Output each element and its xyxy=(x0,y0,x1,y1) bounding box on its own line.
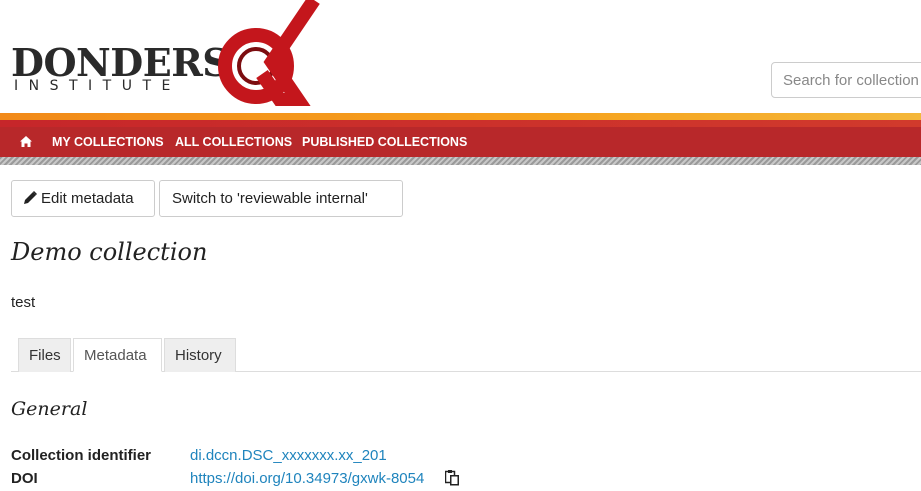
pencil-icon xyxy=(24,191,37,204)
tab-files[interactable]: Files xyxy=(18,338,71,372)
nav-published-collections[interactable]: PUBLISHED COLLECTIONS xyxy=(302,127,467,157)
collection-description: test xyxy=(11,294,36,311)
donders-logo[interactable]: DONDERS INSTITUTE xyxy=(0,0,330,116)
doi-link[interactable]: https://doi.org/10.34973/gxwk-8054 xyxy=(190,470,424,487)
collection-identifier-label: Collection identifier xyxy=(11,447,152,464)
alpha-logo-icon xyxy=(218,0,320,106)
nav-all-collections[interactable]: ALL COLLECTIONS xyxy=(175,127,292,157)
home-icon[interactable] xyxy=(20,136,32,147)
doi-label: DOI xyxy=(11,470,38,487)
nav-my-collections[interactable]: MY COLLECTIONS xyxy=(52,127,164,157)
collection-title: Demo collection xyxy=(11,238,208,266)
tab-metadata[interactable]: Metadata xyxy=(73,338,162,372)
search-input[interactable] xyxy=(771,62,921,98)
collection-identifier-link[interactable]: di.dccn.DSC_xxxxxxx.xx_201 xyxy=(190,447,387,464)
tab-history[interactable]: History xyxy=(164,338,236,372)
edit-metadata-label: Edit metadata xyxy=(41,190,134,207)
logo-subtitle: INSTITUTE xyxy=(14,78,181,94)
clipboard-icon[interactable] xyxy=(445,470,460,486)
navbar-hatch-border xyxy=(0,157,921,165)
edit-metadata-button[interactable]: Edit metadata xyxy=(11,180,155,217)
site-header: DONDERS INSTITUTE xyxy=(0,0,921,116)
section-title-general: General xyxy=(11,398,88,420)
switch-reviewable-internal-button[interactable]: Switch to 'reviewable internal' xyxy=(159,180,403,217)
